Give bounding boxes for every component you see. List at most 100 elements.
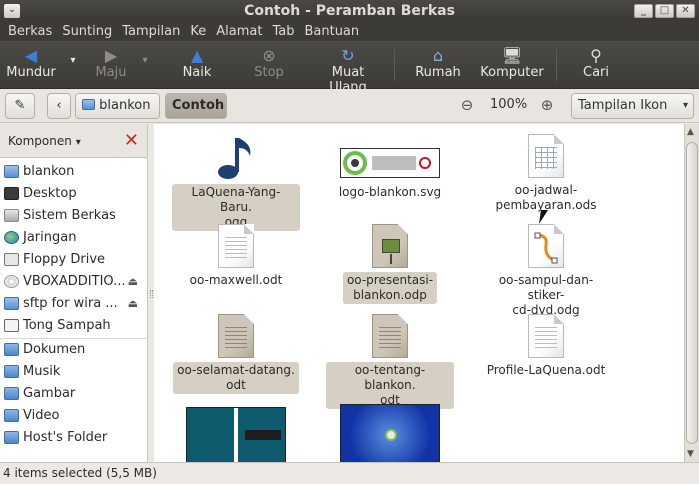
- menu-tab[interactable]: Tab: [267, 24, 299, 39]
- breadcrumb-blankon[interactable]: blankon: [75, 93, 160, 119]
- computer-button[interactable]: 🖥 Komputer: [480, 47, 544, 85]
- file-item[interactable]: [170, 407, 302, 462]
- sidebar-item-network[interactable]: Jaringan: [0, 226, 146, 248]
- breadcrumb-contoh[interactable]: Contoh: [165, 93, 227, 119]
- file-item[interactable]: [324, 404, 456, 462]
- breadcrumb-scroll-left-button[interactable]: ‹: [47, 93, 71, 119]
- file-icon-view[interactable]: LaQuena-Yang-Baru. ogg logo-blankon.svg …: [154, 124, 684, 462]
- scrollbar-thumb[interactable]: [686, 142, 698, 444]
- file-name: oo-selamat-datang. odt: [173, 362, 299, 394]
- file-browser-window: ⌄ Contoh - Peramban Berkas _ □ ✕ Berkas …: [0, 0, 699, 484]
- binoculars-icon: ⚲: [590, 46, 602, 65]
- sidebar-title: Komponen: [8, 134, 72, 148]
- file-item[interactable]: oo-tentang-blankon. odt: [324, 314, 456, 409]
- vertical-scrollbar[interactable]: ▲ ▼: [684, 124, 699, 462]
- sidebar-item-label: Tong Sampah: [23, 317, 111, 333]
- sidebar-item-trash[interactable]: Tong Sampah: [0, 314, 146, 336]
- menu-tampilan[interactable]: Tampilan: [117, 24, 185, 39]
- arrow-right-icon: ▶: [104, 46, 118, 65]
- up-label: Naik: [182, 65, 212, 80]
- sidebar-item-label: Floppy Drive: [23, 251, 106, 267]
- stop-button[interactable]: ⊗ Stop: [252, 47, 286, 85]
- reload-icon: ↻: [341, 46, 355, 65]
- eject-icon[interactable]: ⏏: [128, 297, 138, 310]
- chevron-down-icon: ▾: [70, 55, 76, 66]
- forward-button[interactable]: ▶ Maju: [92, 47, 130, 85]
- minimize-button[interactable]: _: [634, 4, 653, 18]
- sidebar-item-video[interactable]: Video: [0, 404, 146, 426]
- sidebar-item-label: Jaringan: [23, 229, 77, 245]
- sidebar-item-label: Sistem Berkas: [23, 207, 116, 223]
- audio-file-icon: [214, 134, 258, 180]
- folder-icon: [4, 408, 19, 422]
- sidebar-item-desktop[interactable]: Desktop: [0, 182, 146, 204]
- breadcrumb-contoh-label: Contoh: [172, 98, 225, 113]
- file-name: oo-presentasi- blankon.odp: [342, 272, 438, 304]
- sidebar-item-dokumen[interactable]: Dokumen: [0, 338, 146, 360]
- arrow-left-icon: ◀: [24, 46, 38, 65]
- sidebar-item-label: VBOXADDITIO...: [23, 273, 126, 289]
- zoom-out-icon[interactable]: ⊖: [458, 96, 476, 114]
- file-item[interactable]: oo-maxwell.odt: [170, 224, 302, 289]
- sidebar-item-label: blankon: [23, 163, 75, 179]
- sidebar-item-musik[interactable]: Musik: [0, 360, 146, 382]
- sidebar-item-floppy[interactable]: Floppy Drive: [0, 248, 146, 270]
- sidebar-item-filesystem[interactable]: Sistem Berkas: [0, 204, 146, 226]
- maximize-button[interactable]: □: [655, 4, 674, 18]
- chevron-down-icon: ▾: [142, 55, 148, 66]
- home-button[interactable]: ⌂ Rumah: [414, 47, 462, 85]
- stop-icon: ⊗: [262, 46, 276, 65]
- cd-icon: [4, 274, 19, 288]
- menu-ke[interactable]: Ke: [185, 24, 211, 39]
- eject-icon[interactable]: ⏏: [128, 275, 138, 288]
- toolbar-separator: [556, 49, 557, 81]
- file-item[interactable]: LaQuena-Yang-Baru. ogg: [170, 134, 302, 231]
- sidebar-item-hosts-folder[interactable]: Host's Folder: [0, 426, 146, 448]
- title-bar[interactable]: ⌄ Contoh - Peramban Berkas _ □ ✕: [0, 0, 699, 22]
- reload-button[interactable]: ↻ Muat Ulang: [312, 46, 384, 96]
- chevron-down-icon: ▾: [75, 137, 81, 148]
- file-item[interactable]: oo-sampul-dan-stiker- cd-dvd.odg: [480, 224, 612, 319]
- up-button[interactable]: ▲ Naik: [180, 47, 214, 85]
- menu-berkas[interactable]: Berkas: [3, 24, 57, 39]
- close-icon[interactable]: ✕: [124, 131, 139, 151]
- document-file-icon: [372, 314, 408, 358]
- zoom-in-icon[interactable]: ⊕: [538, 96, 556, 114]
- sidebar-type-select[interactable]: Komponen ▾: [8, 134, 81, 148]
- folder-icon: [4, 386, 19, 400]
- forward-history-dropdown[interactable]: ▾: [138, 55, 152, 93]
- scroll-down-arrow-icon[interactable]: ▼: [687, 449, 694, 459]
- view-mode-select[interactable]: Tampilan Ikon ▾: [571, 93, 694, 119]
- sidebar-item-label: Host's Folder: [23, 429, 108, 445]
- file-name: logo-blankon.svg: [338, 185, 442, 199]
- file-name: oo-sampul-dan-stiker- cd-dvd.odg: [498, 273, 594, 317]
- sidebar-item-blankon[interactable]: blankon: [0, 160, 146, 182]
- file-item[interactable]: oo-selamat-datang. odt: [170, 314, 302, 394]
- stop-label: Stop: [254, 65, 284, 80]
- menu-alamat[interactable]: Alamat: [211, 24, 267, 39]
- close-button[interactable]: ✕: [676, 4, 695, 18]
- menu-sunting[interactable]: Sunting: [57, 24, 117, 39]
- file-item[interactable]: oo-presentasi- blankon.odp: [324, 224, 456, 304]
- search-button[interactable]: ⚲ Cari: [578, 47, 614, 85]
- toolbar: ◀ Mundur ▾ ▶ Maju ▾ ▲ Naik ⊗ Stop ↻ Muat…: [0, 41, 699, 96]
- back-button[interactable]: ◀ Mundur: [6, 47, 56, 85]
- file-item[interactable]: oo-jadwal- pembayaran.ods: [480, 134, 612, 214]
- sidebar-item-sftp[interactable]: sftp for wira ... ⏏: [0, 292, 146, 314]
- document-file-icon: [218, 224, 254, 268]
- forward-label: Maju: [95, 65, 127, 80]
- scroll-up-arrow-icon[interactable]: ▲: [687, 127, 694, 137]
- drive-icon: [4, 208, 19, 222]
- file-item[interactable]: Profile-LaQuena.odt: [480, 314, 612, 379]
- edit-location-icon: ✎: [14, 98, 26, 113]
- sidebar-item-gambar[interactable]: Gambar: [0, 382, 146, 404]
- file-name: oo-maxwell.odt: [189, 273, 283, 287]
- file-item[interactable]: logo-blankon.svg: [324, 134, 456, 201]
- window-menu-button[interactable]: ⌄: [4, 4, 20, 18]
- location-toggle-button[interactable]: ✎: [5, 93, 35, 119]
- pane-resize-handle[interactable]: [150, 290, 153, 298]
- menu-bantuan[interactable]: Bantuan: [299, 24, 364, 39]
- sidebar-item-vboxadditions[interactable]: VBOXADDITIO... ⏏: [0, 270, 146, 292]
- window-title: Contoh - Peramban Berkas: [244, 3, 455, 19]
- back-history-dropdown[interactable]: ▾: [66, 55, 80, 93]
